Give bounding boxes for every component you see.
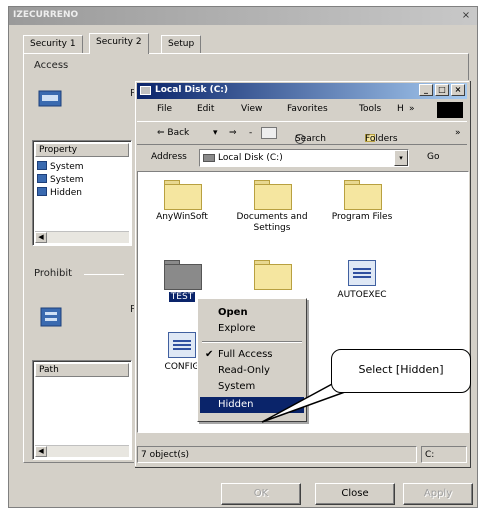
ok-button[interactable]: OK bbox=[221, 483, 301, 505]
menu-item-system[interactable]: System bbox=[200, 379, 304, 395]
menu-item-hidden[interactable]: Hidden bbox=[200, 397, 304, 413]
go-button[interactable]: Go bbox=[427, 152, 439, 162]
menu-tools[interactable]: Tools bbox=[359, 104, 381, 114]
back-dropdown-icon[interactable]: ▾ bbox=[213, 128, 218, 138]
menu-help[interactable]: H bbox=[397, 104, 404, 114]
check-icon: ✔ bbox=[205, 349, 214, 360]
address-input[interactable]: Local Disk (C:) ▾ bbox=[199, 149, 409, 167]
item-label: AnyWinSoft bbox=[156, 212, 208, 222]
menu-item-label: Full Access bbox=[218, 349, 273, 360]
folder-icon bbox=[164, 260, 202, 290]
tab-security-1[interactable]: Security 1 bbox=[23, 35, 83, 53]
toolbar-overflow[interactable]: » bbox=[455, 128, 461, 138]
property-item-system[interactable]: System bbox=[37, 174, 84, 186]
property-item-label: System bbox=[50, 175, 84, 185]
explorer-title-bar: Local Disk (C:) _ □ × bbox=[137, 83, 467, 99]
drive-icon bbox=[140, 86, 151, 95]
context-menu: Open Explore ✔ Full Access Read-Only Sys… bbox=[197, 298, 307, 422]
folder-item[interactable] bbox=[232, 260, 312, 292]
folder-program-files[interactable]: Program Files bbox=[322, 180, 402, 223]
up-folder-icon[interactable] bbox=[261, 127, 277, 139]
property-item-label: Hidden bbox=[50, 188, 82, 198]
folders-label: Folders bbox=[365, 134, 398, 144]
prohibit-icon bbox=[40, 306, 64, 327]
system-icon bbox=[37, 161, 47, 170]
property-list[interactable]: Property System System Hidden ◀ bbox=[32, 140, 132, 246]
property-item-label: System bbox=[50, 162, 84, 172]
menu-view[interactable]: View bbox=[241, 104, 262, 114]
folder-icon bbox=[254, 180, 292, 210]
menu-item-open[interactable]: Open bbox=[200, 305, 304, 321]
windows-logo-icon bbox=[437, 102, 463, 118]
folder-anywinsoft[interactable]: AnyWinSoft bbox=[142, 180, 222, 223]
dialog-close-button[interactable]: × bbox=[459, 9, 473, 22]
menu-item-read-only[interactable]: Read-Only bbox=[200, 363, 304, 379]
address-bar: Address Local Disk (C:) ▾ Go bbox=[137, 147, 467, 169]
system-file-icon bbox=[348, 260, 376, 286]
back-button[interactable]: ⇐ Back bbox=[157, 128, 189, 138]
menu-separator bbox=[202, 341, 302, 343]
system-icon bbox=[37, 174, 47, 183]
menu-item-full-access[interactable]: ✔ Full Access bbox=[200, 347, 304, 363]
prohibit-section-label: Prohibit bbox=[34, 268, 73, 279]
search-label: Search bbox=[295, 134, 326, 144]
path-hscrollbar[interactable]: ◀ bbox=[35, 445, 129, 457]
apply-button[interactable]: Apply bbox=[403, 483, 473, 505]
minimize-button[interactable]: _ bbox=[419, 84, 433, 96]
menu-item-explore[interactable]: Explore bbox=[200, 321, 304, 337]
access-section-label: Access bbox=[34, 60, 69, 71]
toolbar-separator: - bbox=[249, 128, 253, 138]
tab-security-2[interactable]: Security 2 bbox=[89, 33, 149, 54]
dialog-title: IZECURRENO bbox=[13, 10, 79, 20]
item-label: Documents and Settings bbox=[236, 212, 308, 233]
scroll-left-icon[interactable]: ◀ bbox=[35, 232, 47, 243]
forward-button[interactable]: ⇒ bbox=[229, 128, 237, 138]
path-list[interactable]: Path ◀ bbox=[32, 360, 132, 460]
menu-overflow[interactable]: » bbox=[409, 104, 415, 114]
path-column-header[interactable]: Path bbox=[35, 363, 129, 377]
callout-bubble: Select [Hidden] bbox=[331, 349, 471, 393]
folder-icon bbox=[344, 180, 382, 210]
tab-setup[interactable]: Setup bbox=[161, 35, 202, 53]
explorer-toolbar: ⇐ Back ▾ ⇒ - Search Folders » bbox=[137, 121, 467, 145]
explorer-title: Local Disk (C:) bbox=[155, 85, 229, 95]
property-item-system[interactable]: System bbox=[37, 161, 84, 173]
close-button[interactable]: Close bbox=[315, 483, 395, 505]
close-icon[interactable]: × bbox=[451, 84, 465, 96]
property-item-hidden[interactable]: Hidden bbox=[37, 187, 82, 199]
status-drive: C: bbox=[421, 446, 467, 463]
folder-documents-and-settings[interactable]: Documents and Settings bbox=[232, 180, 312, 234]
drive-icon bbox=[203, 154, 215, 162]
scroll-left-icon[interactable]: ◀ bbox=[35, 446, 47, 457]
maximize-button[interactable]: □ bbox=[435, 84, 449, 96]
status-bar: 7 object(s) C: bbox=[137, 446, 467, 464]
menu-edit[interactable]: Edit bbox=[197, 104, 214, 114]
property-hscrollbar[interactable]: ◀ bbox=[35, 231, 129, 243]
item-label: CONFIG bbox=[164, 362, 200, 372]
item-label: Program Files bbox=[331, 212, 393, 222]
property-column-header[interactable]: Property bbox=[35, 143, 129, 157]
menu-file[interactable]: File bbox=[157, 104, 172, 114]
access-drive-icon bbox=[38, 88, 62, 108]
address-label: Address bbox=[151, 152, 187, 162]
system-file-icon bbox=[168, 332, 196, 358]
item-label: TEST bbox=[168, 292, 196, 302]
folder-icon bbox=[254, 260, 292, 290]
address-value: Local Disk (C:) bbox=[218, 153, 283, 163]
section-divider bbox=[84, 274, 124, 275]
folder-icon bbox=[164, 180, 202, 210]
address-dropdown-icon[interactable]: ▾ bbox=[394, 150, 408, 166]
folder-test[interactable]: TEST bbox=[142, 260, 222, 303]
hidden-icon bbox=[37, 187, 47, 196]
menu-favorites[interactable]: Favorites bbox=[287, 104, 328, 114]
file-autoexec[interactable]: AUTOEXEC bbox=[322, 260, 402, 301]
dialog-title-bar: IZECURRENO × bbox=[9, 7, 477, 25]
menu-bar: File Edit View Favorites Tools H » bbox=[137, 101, 467, 119]
item-label: AUTOEXEC bbox=[337, 290, 387, 300]
status-object-count: 7 object(s) bbox=[137, 446, 417, 463]
